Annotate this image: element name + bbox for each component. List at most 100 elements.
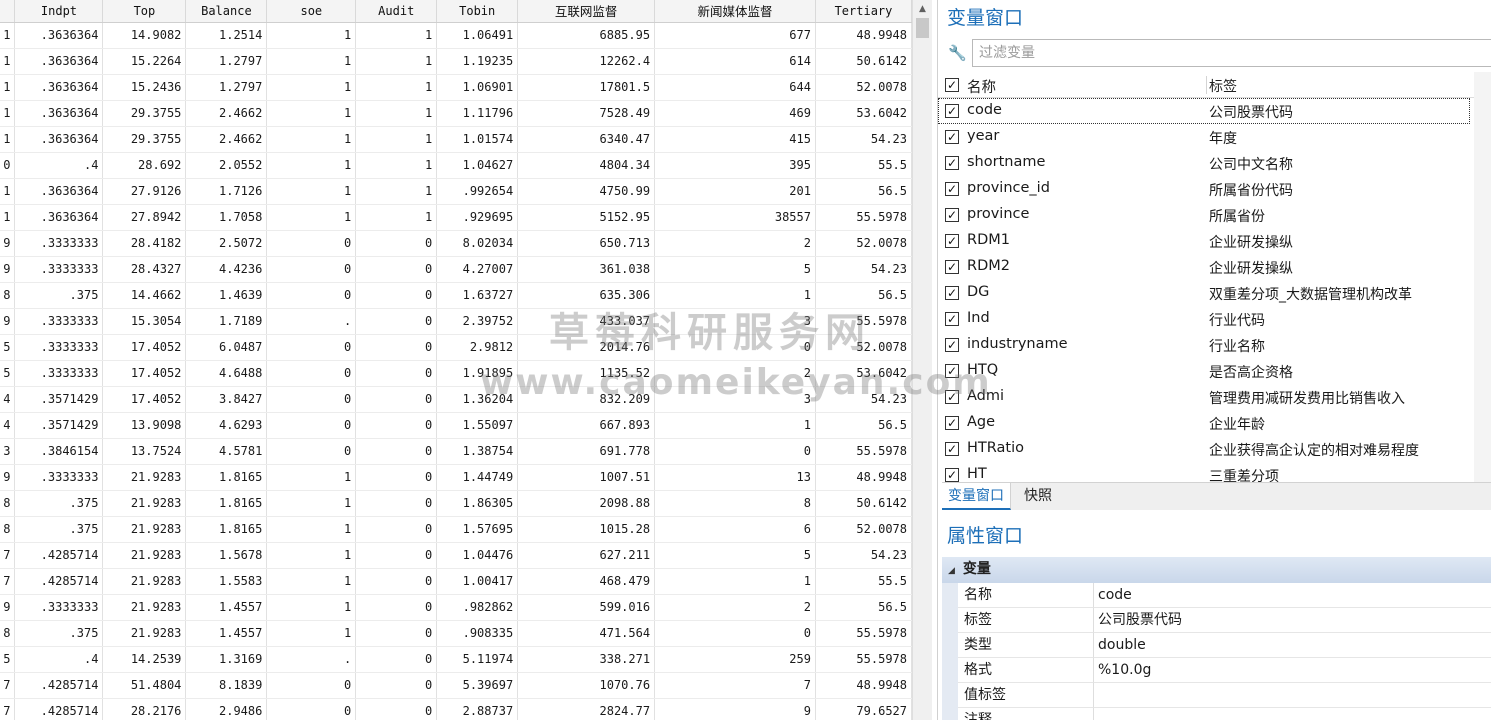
grid-cell[interactable]: 4.5781 — [185, 438, 268, 465]
grid-cell[interactable]: 1.55097 — [436, 412, 519, 439]
grid-cell[interactable]: 4.6293 — [185, 412, 268, 439]
grid-cell[interactable]: 4 — [0, 386, 16, 413]
scrollbar-thumb[interactable] — [916, 18, 929, 38]
grid-cell[interactable]: 53.6042 — [815, 100, 912, 127]
grid-row[interactable]: 7.4285714 51.4804 8.1839 0 0 5.39697 1070.76 7 4… — [0, 672, 912, 699]
variable-row[interactable]: ✓ RDM2 企业研发操纵 — [938, 254, 1474, 280]
grid-cell[interactable]: 0 — [654, 334, 816, 361]
property-row[interactable]: 类型 double — [942, 633, 1491, 658]
grid-cell[interactable]: .3571429 — [14, 386, 104, 413]
grid-cell[interactable]: 21.9283 — [102, 464, 187, 491]
grid-cell[interactable]: 9 — [0, 308, 16, 335]
grid-cell[interactable]: .929695 — [436, 204, 519, 231]
grid-column-header[interactable]: 新闻媒体监督 — [654, 0, 816, 23]
grid-cell[interactable]: .3333333 — [14, 334, 104, 361]
grid-cell[interactable]: 2824.77 — [517, 698, 656, 720]
grid-cell[interactable]: 0 — [355, 672, 438, 699]
grid-cell[interactable]: 2.0552 — [185, 152, 268, 179]
grid-cell[interactable]: 14.4662 — [102, 282, 187, 309]
variable-row[interactable]: ✓ DG 双重差分项_大数据管理机构改革 — [938, 280, 1474, 306]
grid-cell[interactable]: 79.6527 — [815, 698, 912, 720]
grid-cell[interactable]: 0 — [355, 568, 438, 595]
grid-column-header[interactable]: Top — [102, 0, 187, 23]
grid-cell[interactable]: 1.3169 — [185, 646, 268, 673]
grid-cell[interactable]: 54.23 — [815, 386, 912, 413]
grid-cell[interactable]: .3571429 — [14, 412, 104, 439]
grid-row[interactable]: 3.3846154 13.7524 4.5781 0 0 1.38754 691.778 0 5… — [0, 438, 912, 465]
grid-cell[interactable]: 55.5978 — [815, 620, 912, 647]
grid-cell[interactable]: 55.5978 — [815, 308, 912, 335]
grid-cell[interactable]: 4750.99 — [517, 178, 656, 205]
grid-cell[interactable]: 1.11796 — [436, 100, 519, 127]
grid-cell[interactable]: 55.5 — [815, 568, 912, 595]
grid-cell[interactable]: 644 — [654, 74, 816, 101]
grid-cell[interactable]: 1.8165 — [185, 490, 268, 517]
grid-cell[interactable]: 1.44749 — [436, 464, 519, 491]
grid-cell[interactable]: .3333333 — [14, 230, 104, 257]
property-row[interactable]: 名称 code — [942, 583, 1491, 608]
property-value[interactable]: 公司股票代码 — [1094, 608, 1491, 633]
grid-cell[interactable]: 0 — [355, 256, 438, 283]
grid-cell[interactable]: 28.692 — [102, 152, 187, 179]
grid-cell[interactable]: 1 — [355, 100, 438, 127]
grid-cell[interactable]: 54.23 — [815, 542, 912, 569]
grid-vertical-scrollbar[interactable]: ▲ — [912, 0, 932, 720]
grid-cell[interactable]: 54.23 — [815, 256, 912, 283]
grid-cell[interactable]: 1 — [266, 74, 357, 101]
grid-cell[interactable]: 1 — [355, 22, 438, 49]
grid-cell[interactable]: 468.479 — [517, 568, 656, 595]
tab-snapshots[interactable]: 快照 — [1018, 483, 1058, 510]
grid-cell[interactable]: 0 — [266, 698, 357, 720]
grid-cell[interactable]: 1.00417 — [436, 568, 519, 595]
grid-cell[interactable]: 1 — [0, 126, 16, 153]
grid-cell[interactable]: 1.86305 — [436, 490, 519, 517]
grid-cell[interactable]: 3.8427 — [185, 386, 268, 413]
grid-cell[interactable]: .375 — [14, 516, 104, 543]
grid-cell[interactable]: .375 — [14, 620, 104, 647]
grid-cell[interactable]: 28.4182 — [102, 230, 187, 257]
grid-cell[interactable]: 1 — [266, 516, 357, 543]
grid-row[interactable]: 5.3333333 17.4052 4.6488 0 0 1.91895 1135.52 2 5… — [0, 360, 912, 387]
grid-row[interactable]: 9.3333333 15.3054 1.7189. 0 2.39752 433.037 3 5… — [0, 308, 912, 335]
grid-column-header[interactable]: Indpt — [14, 0, 104, 23]
grid-cell[interactable]: 338.271 — [517, 646, 656, 673]
grid-cell[interactable]: 21.9283 — [102, 516, 187, 543]
grid-row[interactable]: 8.375 21.9283 1.4557 1 0.908335 471.564 0 55.59… — [0, 620, 912, 647]
grid-row[interactable]: 7.4285714 21.9283 1.5583 1 0 1.00417 468.479 1 5… — [0, 568, 912, 595]
grid-cell[interactable]: 832.209 — [517, 386, 656, 413]
grid-cell[interactable]: 5 — [0, 360, 16, 387]
grid-cell[interactable]: 1.5583 — [185, 568, 268, 595]
grid-cell[interactable]: 1.7126 — [185, 178, 268, 205]
grid-cell[interactable]: 1.19235 — [436, 48, 519, 75]
grid-cell[interactable]: 56.5 — [815, 282, 912, 309]
grid-cell[interactable]: 6.0487 — [185, 334, 268, 361]
grid-cell[interactable]: 17801.5 — [517, 74, 656, 101]
grid-cell[interactable]: 1 — [266, 568, 357, 595]
grid-cell[interactable]: 12262.4 — [517, 48, 656, 75]
grid-row[interactable]: 1.3636364 27.9126 1.7126 1 1.992654 4750.99 20… — [0, 178, 912, 205]
grid-cell[interactable]: 1 — [266, 152, 357, 179]
grid-cell[interactable]: 1 — [266, 490, 357, 517]
grid-cell[interactable]: 2.9486 — [185, 698, 268, 720]
grid-cell[interactable]: 0 — [355, 516, 438, 543]
grid-cell[interactable]: 677 — [654, 22, 816, 49]
grid-cell[interactable]: 691.778 — [517, 438, 656, 465]
grid-cell[interactable]: 0 — [266, 256, 357, 283]
grid-cell[interactable]: 0 — [266, 412, 357, 439]
variable-checkbox[interactable]: ✓ — [945, 234, 959, 248]
grid-cell[interactable]: 1135.52 — [517, 360, 656, 387]
grid-cell[interactable]: 0 — [266, 360, 357, 387]
grid-cell[interactable]: 1 — [266, 542, 357, 569]
grid-cell[interactable]: 5152.95 — [517, 204, 656, 231]
grid-cell[interactable]: 0 — [266, 672, 357, 699]
grid-cell[interactable]: 2.5072 — [185, 230, 268, 257]
grid-cell[interactable]: 1 — [0, 48, 16, 75]
grid-row[interactable]: 5.3333333 17.4052 6.0487 0 0 2.9812 2014.76 0 52… — [0, 334, 912, 361]
grid-cell[interactable]: 0 — [355, 282, 438, 309]
grid-cell[interactable]: 0 — [355, 620, 438, 647]
property-row[interactable]: 格式 %10.0g — [942, 658, 1491, 683]
grid-cell[interactable]: 9 — [654, 698, 816, 720]
variable-row[interactable]: ✓ HT 三重差分项 — [938, 462, 1474, 482]
grid-cell[interactable]: 14.2539 — [102, 646, 187, 673]
variable-checkbox[interactable]: ✓ — [945, 416, 959, 430]
